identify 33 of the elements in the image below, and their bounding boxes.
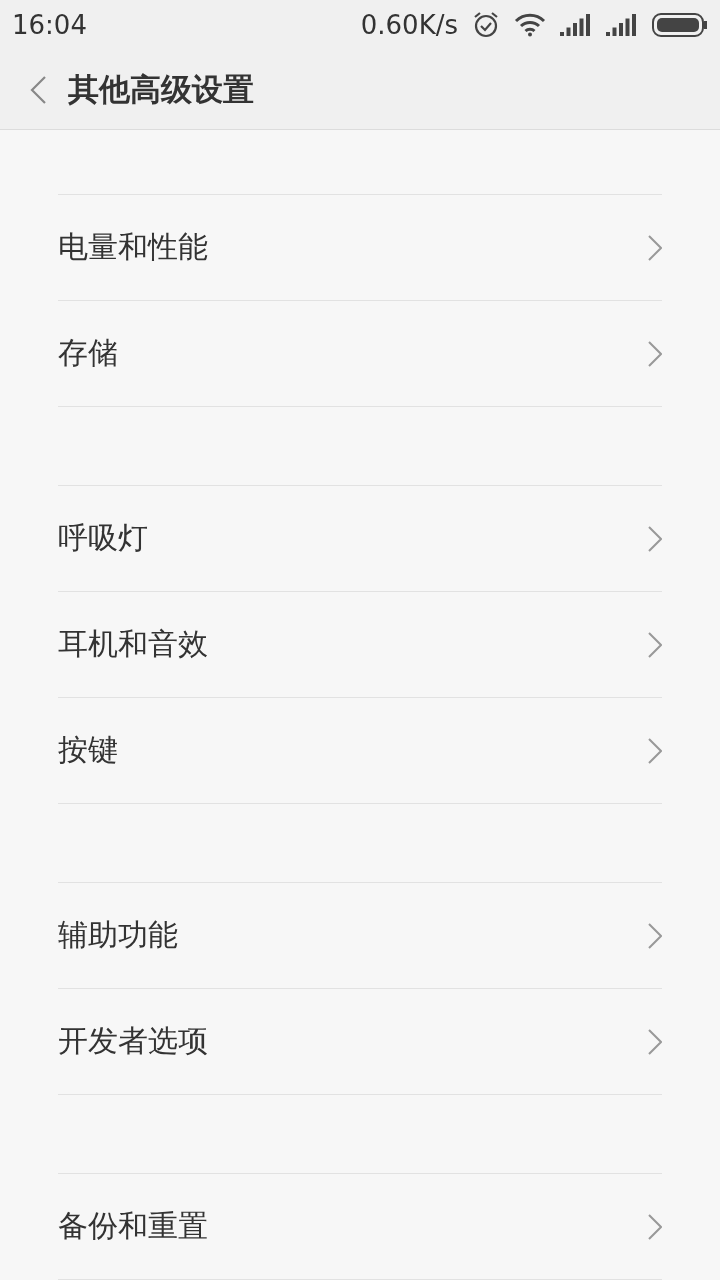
settings-item[interactable]: 备份和重置 — [58, 1173, 662, 1279]
item-label: 备份和重置 — [58, 1207, 208, 1245]
page-title: 其他高级设置 — [68, 69, 254, 109]
chevron-right-icon — [648, 922, 662, 949]
chevron-right-icon — [648, 234, 662, 261]
chevron-right-icon — [648, 525, 662, 552]
back-icon[interactable] — [30, 75, 46, 104]
settings-item[interactable]: 耳机和音效 — [58, 591, 662, 697]
settings-item[interactable]: 辅助功能 — [58, 882, 662, 988]
settings-item[interactable]: 存储 — [58, 300, 662, 406]
chevron-right-icon — [648, 1028, 662, 1055]
item-label: 开发者选项 — [58, 1022, 208, 1060]
item-label: 辅助功能 — [58, 916, 178, 954]
battery-icon — [652, 13, 708, 37]
chevron-right-icon — [648, 737, 662, 764]
wifi-icon — [514, 13, 546, 37]
signal-icon — [560, 14, 592, 36]
status-time: 16:04 — [12, 10, 87, 40]
item-label: 存储 — [58, 334, 118, 372]
settings-item[interactable]: 呼吸灯 — [58, 485, 662, 591]
item-label: 按键 — [58, 731, 118, 769]
item-label: 电量和性能 — [58, 228, 208, 266]
network-speed: 0.60K/s — [360, 10, 458, 40]
chevron-right-icon — [648, 631, 662, 658]
alarm-clock-icon — [472, 11, 500, 39]
chevron-right-icon — [648, 1213, 662, 1240]
chevron-right-icon — [648, 340, 662, 367]
item-label: 耳机和音效 — [58, 625, 208, 663]
settings-item[interactable]: 电量和性能 — [58, 194, 662, 300]
settings-item[interactable]: 开发者选项 — [58, 988, 662, 1094]
signal-icon — [606, 14, 638, 36]
settings-item[interactable]: 按键 — [58, 697, 662, 803]
item-label: 呼吸灯 — [58, 519, 148, 557]
